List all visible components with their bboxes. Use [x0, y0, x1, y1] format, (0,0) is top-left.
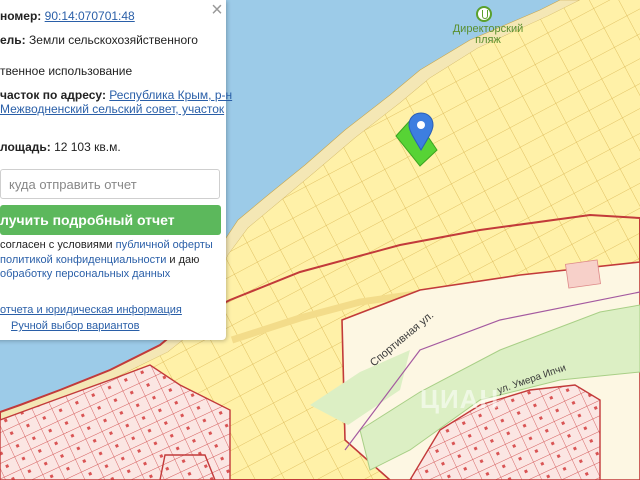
category-value: Земли сельскохозяйственного — [29, 33, 198, 47]
usage-value: твенное использование — [0, 64, 133, 78]
public-offer-link[interactable]: публичной оферты — [116, 239, 213, 251]
manual-row: Ручной выбор вариантов — [11, 320, 139, 332]
get-report-button[interactable]: лучить подробный отчет — [0, 205, 221, 235]
personal-data-link[interactable]: обработку персональных данных — [0, 268, 170, 280]
privacy-policy-link[interactable]: политикой конфиденциальности — [0, 254, 166, 266]
area-label: лощадь: — [0, 140, 51, 154]
cadastral-label: номер: — [0, 9, 42, 23]
example-row: отчета и юридическая информация — [0, 304, 182, 316]
building-block — [565, 259, 601, 289]
consent-line1: согласен с условиями публичной оферты — [0, 239, 213, 251]
email-field[interactable] — [0, 169, 220, 199]
area-value: 12 103 кв.м. — [54, 140, 121, 154]
close-icon[interactable]: × — [208, 0, 226, 20]
consent-text-2: и даю — [166, 254, 200, 266]
cadastral-row: номер: 90:14:070701:48 — [0, 9, 135, 23]
address-link-line1[interactable]: Республика Крым, р-н — [109, 88, 232, 102]
address-row: часток по адресу: Республика Крым, р-н — [0, 88, 232, 102]
example-report-link[interactable]: отчета и юридическая информация — [0, 304, 182, 316]
consent-line2: политикой конфиденциальности и даю — [0, 254, 199, 266]
settlement-blocks-center — [159, 454, 216, 480]
area-row: лощадь: 12 103 кв.м. — [0, 140, 121, 154]
address-label: часток по адресу: — [0, 88, 106, 102]
consent-line3: обработку персональных данных — [0, 268, 170, 280]
manual-selection-link[interactable]: Ручной выбор вариантов — [11, 320, 139, 332]
watermark: ЦИАН — [420, 384, 500, 414]
poi-label[interactable]: Директорский пляж — [448, 24, 528, 46]
parcel-info-panel: × номер: 90:14:070701:48 ель: Земли сель… — [0, 0, 232, 340]
category-row: ель: Земли сельскохозяйственного — [0, 33, 198, 47]
cadastral-number-link[interactable]: 90:14:070701:48 — [45, 9, 135, 23]
consent-text-1: согласен с условиями — [0, 239, 116, 251]
poi-label-line2: пляж — [475, 34, 501, 46]
address-link-line2[interactable]: Межводненский сельский совет, участок — [0, 102, 224, 116]
beach-poi-icon[interactable] — [476, 6, 492, 22]
category-label: ель: — [0, 33, 26, 47]
address-line2-row: Межводненский сельский совет, участок — [0, 102, 224, 116]
